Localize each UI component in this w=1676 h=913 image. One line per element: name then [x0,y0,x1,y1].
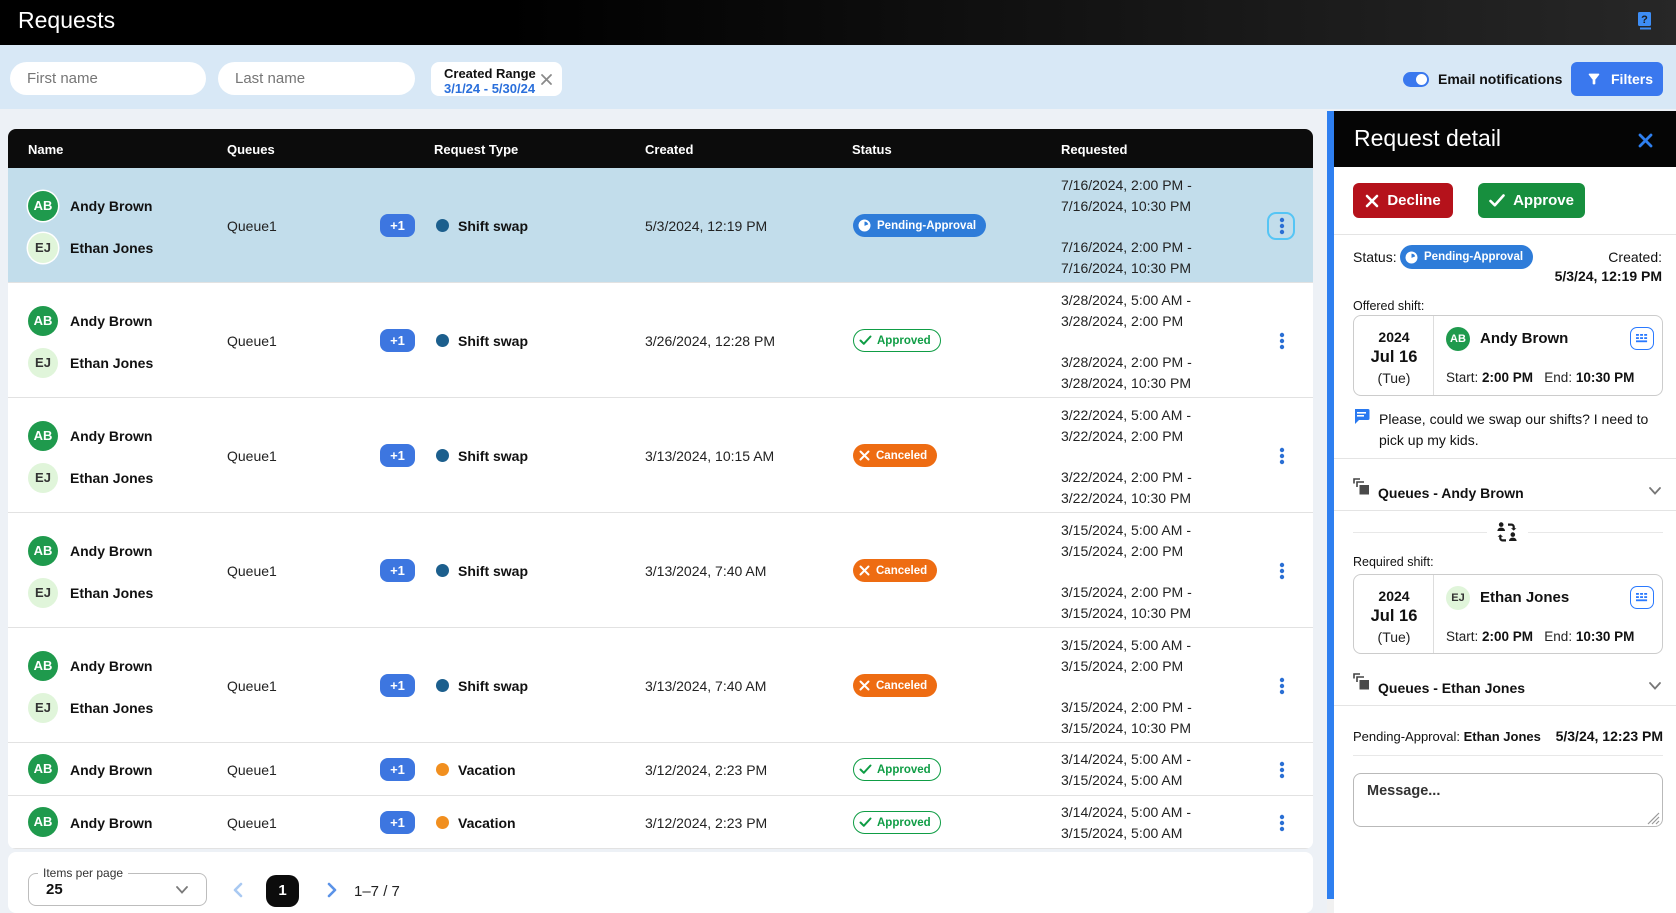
svg-text:?: ? [1641,14,1648,26]
